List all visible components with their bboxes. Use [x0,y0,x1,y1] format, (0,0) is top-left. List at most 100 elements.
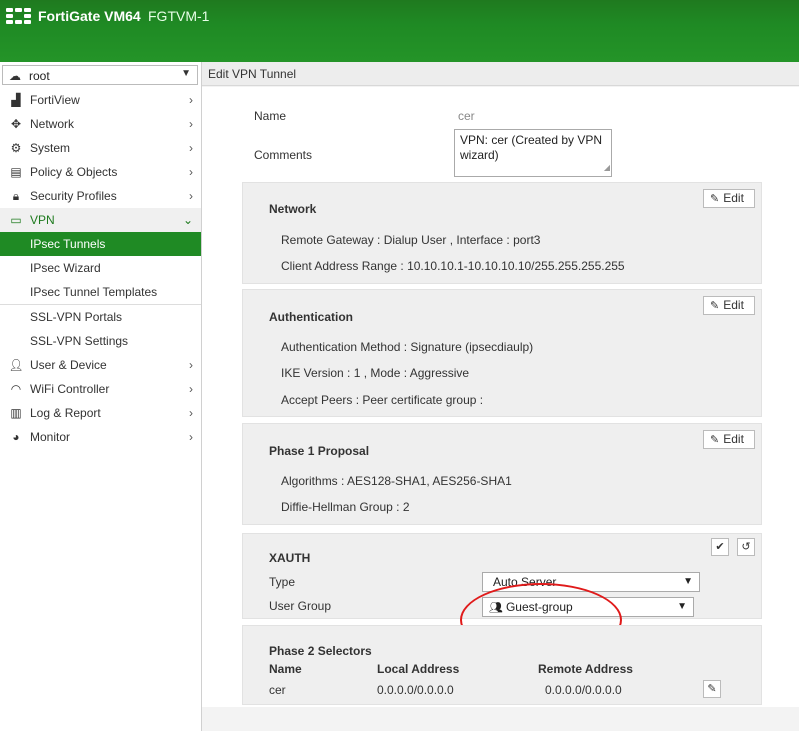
chevron-right-icon: › [189,382,193,396]
column-header-remote-address: Remote Address [538,662,633,676]
chevron-right-icon: › [189,117,193,131]
cloud-icon: ☁ [9,69,21,83]
edit-label: Edit [723,191,744,205]
fortinet-logo-icon [6,8,32,24]
dh-group-text: Diffie-Hellman Group : 2 [281,500,410,514]
sidebar: ☁ root ▼ ▟ FortiView › ✥ Network › ⚙ Sys… [0,62,202,731]
sidebar-item-label: User & Device [30,358,107,372]
sidebar-item-network[interactable]: ✥ Network › [0,112,201,136]
network-edit-button[interactable]: ✎ Edit [703,189,755,208]
ike-version-text: IKE Version : 1 , Mode : Aggressive [281,366,470,380]
chevron-right-icon: › [189,93,193,107]
sidebar-item-label: Log & Report [30,406,101,420]
edit-label: Edit [723,298,744,312]
sidebar-item-user-device[interactable]: 👤︎ User & Device › [0,353,201,377]
sidebar-item-label: WiFi Controller [30,382,110,396]
name-value: cer [458,109,475,123]
comments-text: VPN: cer (Created by VPN wizard) [460,133,603,162]
sidebar-item-label: FortiView [30,93,80,107]
auth-method-text: Authentication Method : Signature (ipsec… [281,340,534,354]
xauth-user-group-label: User Group [269,599,332,613]
vdom-label: root [29,69,50,83]
pencil-icon: ✎ [710,193,720,205]
sidebar-item-label: Network [30,117,75,131]
undo-icon: ↺ [741,541,751,553]
pencil-icon: ✎ [710,300,720,312]
pencil-icon: ✎ [710,434,720,446]
pencil-icon: ✎ [707,683,717,695]
sidebar-item-vpn[interactable]: ▭ VPN ⌄ [0,208,201,232]
check-circle-icon: ✔ [715,541,725,553]
policy-icon: ▤ [10,165,22,179]
network-panel: Network ✎ Edit Remote Gateway : Dialup Us… [242,182,762,284]
sidebar-item-system[interactable]: ⚙ System › [0,136,201,160]
chevron-right-icon: › [189,189,193,203]
selector-edit-button[interactable]: ✎ [703,680,721,698]
selector-name: cer [269,683,286,697]
sidebar-item-ipsec-tunnel-templates[interactable]: IPsec Tunnel Templates [0,280,201,304]
product-name: FortiGate VM64 [38,8,141,24]
pie-icon: ◕ [12,430,20,444]
chevron-down-icon: ⌄ [182,213,193,227]
network-title: Network [269,202,317,216]
sidebar-item-ipsec-tunnels[interactable]: IPsec Tunnels [0,232,201,256]
sidebar-item-ipsec-wizard[interactable]: IPsec Wizard [0,256,201,280]
lock-icon: 🔒︎ [12,189,20,203]
vdom-selector[interactable]: ☁ root ▼ [2,65,198,85]
sidebar-item-label: IPsec Wizard [30,261,101,275]
apply-button[interactable]: ✔ [711,538,729,556]
chevron-right-icon: › [189,165,193,179]
column-header-local-address: Local Address [377,662,460,676]
accept-peers-text: Accept Peers : Peer certificate group : [281,393,484,407]
comments-field[interactable]: VPN: cer (Created by VPN wizard) ◢ [454,129,612,177]
sidebar-item-wifi-controller[interactable]: ◠ WiFi Controller › [0,377,201,401]
sidebar-item-label: IPsec Tunnel Templates [30,285,158,299]
caret-down-icon: ▼ [181,68,191,79]
selector-local-address: 0.0.0.0/0.0.0.0 [377,683,454,697]
laptop-icon: ▭ [10,213,22,227]
sidebar-item-log-report[interactable]: ▥ Log & Report › [0,401,201,425]
sidebar-item-label: System [30,141,71,155]
sidebar-item-policy-objects[interactable]: ▤ Policy & Objects › [0,160,201,184]
resize-grip-icon[interactable]: ◢ [604,160,610,175]
client-range-text: Client Address Range : 10.10.10.1-10.10.… [281,259,625,273]
sidebar-item-label: Security Profiles [30,189,117,203]
network-icon: ✥ [10,117,22,131]
page-title: Edit VPN Tunnel [208,67,297,81]
phase2-panel: Phase 2 Selectors Name Local Address Rem… [242,625,762,705]
sidebar-item-fortiview[interactable]: ▟ FortiView › [0,88,201,112]
chart-icon: ▟ [11,93,21,107]
phase1-title: Phase 1 Proposal [269,444,370,458]
authentication-edit-button[interactable]: ✎ Edit [703,296,755,315]
chevron-right-icon: › [189,141,193,155]
comments-label: Comments [254,148,313,162]
sidebar-item-ssl-vpn-portals[interactable]: SSL-VPN Portals [0,305,201,329]
main-content: Edit VPN Tunnel Name cer Comments VPN: c… [202,62,799,731]
authentication-panel: Authentication ✎ Edit Authentication Meth… [242,289,762,417]
algorithms-text: Algorithms : AES128-SHA1, AES256-SHA1 [281,474,512,488]
wifi-icon: ◠ [10,382,22,396]
sidebar-item-label: Policy & Objects [30,165,118,179]
report-icon: ▥ [10,406,22,420]
remote-gateway-text: Remote Gateway : Dialup User , Interface… [281,233,541,247]
nav-list: ▟ FortiView › ✥ Network › ⚙ System › ▤ P… [0,88,201,449]
authentication-title: Authentication [269,310,353,324]
sidebar-item-ssl-vpn-settings[interactable]: SSL-VPN Settings [0,329,201,353]
phase1-edit-button[interactable]: ✎ Edit [703,430,755,449]
chevron-right-icon: › [189,430,193,444]
gear-icon: ⚙ [10,141,22,155]
sidebar-item-label: IPsec Tunnels [30,237,106,251]
phase2-title: Phase 2 Selectors [269,644,372,658]
caret-down-icon: ▼ [677,601,687,612]
sidebar-item-label: Monitor [30,430,71,444]
hostname: FGTVM-1 [148,8,210,24]
name-label: Name [254,109,287,123]
vpn-tunnel-form: Name cer Comments VPN: cer (Created by V… [202,87,799,707]
sidebar-item-security-profiles[interactable]: 🔒︎ Security Profiles › [0,184,201,208]
undo-button[interactable]: ↺ [737,538,755,556]
sidebar-item-monitor[interactable]: ◕ Monitor › [0,425,201,449]
column-header-name: Name [269,662,302,676]
top-header: FortiGate VM64 FGTVM-1 [0,0,799,62]
sidebar-item-label: SSL-VPN Portals [30,310,123,324]
sidebar-item-label: SSL-VPN Settings [30,334,129,348]
